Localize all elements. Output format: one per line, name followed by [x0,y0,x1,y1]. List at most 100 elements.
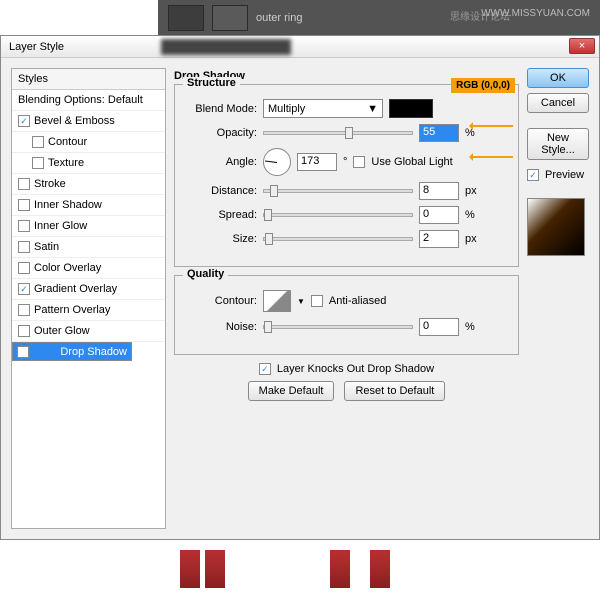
styles-list: Styles Blending Options: Default Bevel & … [11,68,166,529]
distance-slider[interactable] [263,189,413,193]
preview-checkbox[interactable] [527,169,539,181]
style-item-satin[interactable]: Satin [12,237,165,258]
blend-mode-select[interactable]: Multiply▼ [263,99,383,118]
opacity-slider[interactable] [263,131,413,135]
dialog-titlebar[interactable]: Layer Style × [1,36,599,58]
style-checkbox[interactable] [18,241,30,253]
global-light-label: Use Global Light [371,156,452,168]
noise-label: Noise: [185,321,257,333]
make-default-button[interactable]: Make Default [248,381,335,401]
layer-style-dialog: Layer Style × Styles Blending Options: D… [0,35,600,540]
opacity-input[interactable]: 55 [419,124,459,142]
style-label: Bevel & Emboss [34,115,115,127]
size-unit: px [465,233,477,245]
annotation-rgb: RGB (0,0,0) [451,78,515,93]
contour-picker[interactable] [263,290,291,312]
opacity-label: Opacity: [185,127,257,139]
size-slider[interactable] [263,237,413,241]
structure-legend: Structure [183,77,240,89]
shadow-color-swatch[interactable] [389,99,433,118]
annotation-arrow [471,125,513,127]
style-checkbox[interactable] [18,304,30,316]
new-style-button[interactable]: New Style... [527,128,589,160]
knockout-checkbox[interactable] [259,363,271,375]
distance-unit: px [465,185,477,197]
size-input[interactable]: 2 [419,230,459,248]
style-label: Satin [34,241,59,253]
noise-input[interactable]: 0 [419,318,459,336]
right-column: OK Cancel New Style... Preview [527,68,589,529]
close-icon[interactable]: × [569,38,595,54]
style-item-drop-shadow[interactable]: Drop Shadow [12,342,132,361]
style-checkbox[interactable] [18,115,30,127]
footer-area [0,540,600,600]
style-item-contour[interactable]: Contour [12,132,165,153]
distance-input[interactable]: 8 [419,182,459,200]
style-item-color-overlay[interactable]: Color Overlay [12,258,165,279]
chevron-down-icon: ▼ [367,103,378,115]
blend-mode-label: Blend Mode: [185,103,257,115]
style-checkbox[interactable] [17,346,29,358]
quality-group: Quality Contour: ▼ Anti-aliased Noise: 0… [174,275,519,355]
annotation-arrow [471,156,513,158]
style-label: Inner Glow [34,220,87,232]
style-label: Color Overlay [34,262,101,274]
style-label: Inner Shadow [34,199,102,211]
style-checkbox[interactable] [32,157,44,169]
layer-thumb-mask[interactable] [212,5,248,31]
style-checkbox[interactable] [32,136,44,148]
quality-legend: Quality [183,268,228,280]
style-label: Contour [48,136,87,148]
styles-header[interactable]: Styles [12,69,165,90]
watermark-site: WWW.MISSYUAN.COM [481,8,590,19]
style-checkbox[interactable] [18,220,30,232]
chevron-down-icon[interactable]: ▼ [297,297,305,306]
ribbon-decor [330,550,350,588]
style-item-stroke[interactable]: Stroke [12,174,165,195]
spread-input[interactable]: 0 [419,206,459,224]
angle-input[interactable]: 173 [297,153,337,171]
knockout-label: Layer Knocks Out Drop Shadow [277,363,434,375]
style-label: Outer Glow [34,325,90,337]
settings-panel: Drop Shadow Structure Blend Mode: Multip… [174,68,519,529]
style-item-inner-shadow[interactable]: Inner Shadow [12,195,165,216]
style-label: Texture [48,157,84,169]
distance-label: Distance: [185,185,257,197]
ribbon-decor [180,550,200,588]
style-item-inner-glow[interactable]: Inner Glow [12,216,165,237]
angle-dial[interactable] [263,148,291,176]
style-item-blending-options-default[interactable]: Blending Options: Default [12,90,165,111]
ok-button[interactable]: OK [527,68,589,88]
structure-group: Structure Blend Mode: Multiply▼ Opacity:… [174,84,519,267]
global-light-checkbox[interactable] [353,156,365,168]
spread-slider[interactable] [263,213,413,217]
style-label: Pattern Overlay [34,304,110,316]
angle-unit: ° [343,156,347,168]
preview-label: Preview [545,169,584,181]
layer-thumb[interactable] [168,5,204,31]
style-label: Drop Shadow [60,346,127,358]
style-item-bevel-emboss[interactable]: Bevel & Emboss [12,111,165,132]
style-item-pattern-overlay[interactable]: Pattern Overlay [12,300,165,321]
style-checkbox[interactable] [18,199,30,211]
dialog-title: Layer Style [9,41,64,53]
noise-slider[interactable] [263,325,413,329]
contour-label: Contour: [185,295,257,307]
antialiased-label: Anti-aliased [329,295,386,307]
style-checkbox[interactable] [18,283,30,295]
style-checkbox[interactable] [18,262,30,274]
size-label: Size: [185,233,257,245]
ribbon-decor [205,550,225,588]
style-item-outer-glow[interactable]: Outer Glow [12,321,165,342]
angle-label: Angle: [185,156,257,168]
spread-label: Spread: [185,209,257,221]
style-checkbox[interactable] [18,325,30,337]
style-item-gradient-overlay[interactable]: Gradient Overlay [12,279,165,300]
antialiased-checkbox[interactable] [311,295,323,307]
preview-swatch [527,198,585,256]
style-checkbox[interactable] [18,178,30,190]
cancel-button[interactable]: Cancel [527,93,589,113]
style-item-texture[interactable]: Texture [12,153,165,174]
noise-unit: % [465,321,475,333]
reset-default-button[interactable]: Reset to Default [344,381,445,401]
